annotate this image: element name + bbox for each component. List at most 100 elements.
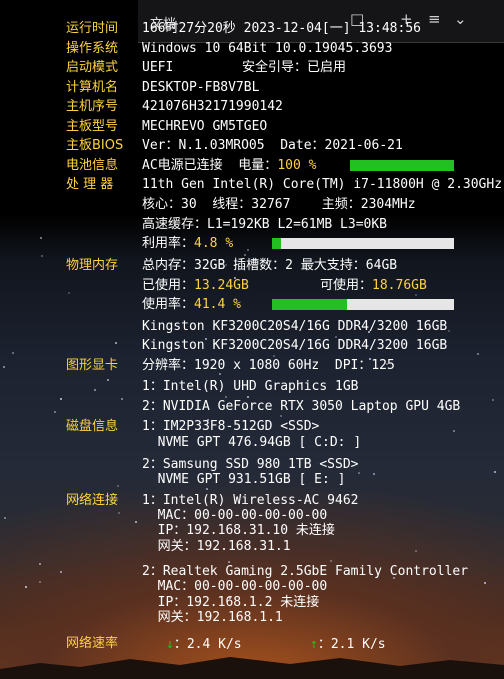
gpu-resolution-value: 分辨率：1920 x 1080 60Hz DPI：125 [142,358,395,373]
star [492,399,494,401]
star [117,485,119,487]
upload-speed-value: ：2.1 K/s [317,637,386,652]
label-host-serial: 主机序号 [66,99,119,114]
star [115,342,117,344]
star [280,415,282,417]
label-board-model: 主板型号 [66,119,119,134]
battery-prefix: AC电源已连接 电量： [142,158,278,173]
memory-used-value: 13.24GB [194,278,249,293]
star [247,249,249,251]
disk-name: 1：IM2P33F8-512GD <SSD> [142,419,320,434]
label-boot: 启动模式 [66,60,119,75]
battery-level-bar [350,160,454,171]
memory-usage-row: 使用率：41.4 % [142,296,241,313]
memory-usage-label: 使用率： [142,297,195,312]
label-computer-name: 计算机名 [66,80,119,95]
battery-percent: 100 % [277,158,317,173]
cpu-usage-label: 利用率： [142,236,195,251]
runtime-value: 166时27分20秒 2023-12-04[一] 13:48:56 [142,21,421,36]
label-cpu: 处 理 器 [66,177,114,192]
star [40,237,42,239]
label-network: 网络连接 [66,493,119,508]
cpu-usage-row: 利用率：4.8 % [142,235,233,252]
star [135,521,137,523]
star [94,389,96,391]
star [121,398,123,400]
memory-available-label: 可使用： [320,278,373,293]
network-mac: MAC：00-00-00-00-00-00 [142,579,328,594]
star [118,512,120,514]
boot-mode-value: UEFI [142,60,174,75]
disk-detail: NVME GPT 476.94GB [ C:D: ] [142,435,362,450]
bios-value: Ver：N.1.03MRO05 Date：2021-06-21 [142,138,403,153]
cpu-usage-bar [272,238,454,249]
star [12,352,14,354]
star [415,294,417,296]
cpu-name-value: 11th Gen Intel(R) Core(TM) i7-11800H @ 2… [142,177,503,192]
star [68,292,70,294]
star [448,330,450,332]
download-speed-value: ：2.4 K/s [173,637,242,652]
secure-boot-value: 安全引导：已启用 [242,60,347,75]
star [244,254,246,256]
memory-usage-fill [272,299,348,310]
cpu-usage-fill [272,238,281,249]
host-serial-value: 421076H32171990142 [142,99,283,114]
network-ip: IP：192.168.31.10 未连接 [142,523,335,538]
star [415,550,417,552]
upload-arrow-icon: ↑ [310,637,318,652]
memory-module: Kingston KF3200C20S4/16G DDR4/3200 16GB [142,319,448,334]
memory-usage-bar [272,299,454,310]
label-runtime: 运行时间 [66,21,119,36]
star [25,586,27,588]
memory-module: Kingston KF3200C20S4/16G DDR4/3200 16GB [142,338,448,353]
cpu-cores-value: 核心：30 线程：32767 主频：2304MHz [142,197,416,212]
memory-used-label: 已使用： [142,278,195,293]
download-speed: ↓：2.4 K/s [166,636,242,653]
label-disk: 磁盘信息 [66,419,119,434]
star [39,581,41,583]
network-gateway: 网关：192.168.1.1 [142,610,283,625]
memory-available-value: 18.76GB [372,278,427,293]
battery-level-fill [350,160,454,171]
upload-speed: ↑：2.1 K/s [310,636,386,653]
board-model-value: MECHREVO GM5TGEO [142,119,268,134]
memory-summary-value: 总内存：32GB 插槽数：2 最大支持：64GB [142,258,398,273]
star [484,582,486,584]
chevron-down-icon[interactable]: ⌄ [454,11,467,27]
star [477,353,479,355]
star [60,398,62,400]
label-bios: 主板BIOS [66,138,124,153]
disk-detail: NVME GPT 931.51GB [ E: ] [142,472,346,487]
star [39,563,41,565]
os-value: Windows 10 64Bit 10.0.19045.3693 [142,41,393,56]
star [206,488,208,490]
label-memory: 物理内存 [66,258,119,273]
star [41,255,43,257]
star [330,560,332,562]
label-gpu: 图形显卡 [66,358,119,373]
star [107,379,109,381]
memory-usage-value: 41.4 % [194,297,241,312]
cpu-usage-value: 4.8 % [194,236,234,251]
label-net-speed: 网络速率 [66,636,119,651]
gpu-card: 1：Intel(R) UHD Graphics 1GB [142,379,359,394]
star [373,473,375,475]
memory-used-row: 已使用：13.24GB [142,277,249,294]
network-gateway: 网关：192.168.31.1 [142,539,291,554]
gpu-card: 2：NVIDIA GeForce RTX 3050 Laptop GPU 4GB [142,399,461,414]
menu-icon[interactable]: ≡ [428,11,441,27]
label-os: 操作系统 [66,41,119,56]
download-arrow-icon: ↓ [166,637,174,652]
label-battery: 电池信息 [66,158,119,173]
cpu-cache-value: 高速缓存：L1=192KB L2=61MB L3=0KB [142,217,388,232]
star [453,430,455,432]
memory-available-row: 可使用：18.76GB [320,277,427,294]
star [3,366,5,368]
star [60,571,62,573]
star [54,411,56,413]
computer-name-value: DESKTOP-FB8V7BL [142,80,260,95]
star [4,517,6,519]
star [494,471,496,473]
battery-value: AC电源已连接 电量：100 % [142,157,316,174]
